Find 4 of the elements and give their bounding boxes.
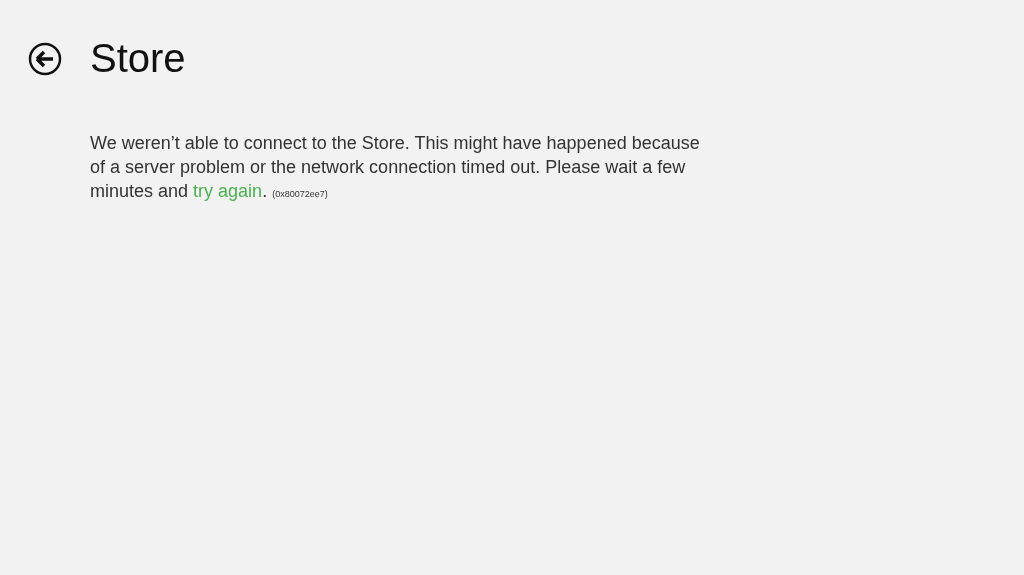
try-again-link[interactable]: try again: [193, 181, 263, 201]
error-message: We weren’t able to connect to the Store. This might have happened because of a server problem or the network connection timed out. Please wait a few minutes and try again. (0x80072ee7): [90, 132, 701, 203]
back-button[interactable]: [28, 41, 62, 76]
page-title: Store: [90, 36, 186, 81]
